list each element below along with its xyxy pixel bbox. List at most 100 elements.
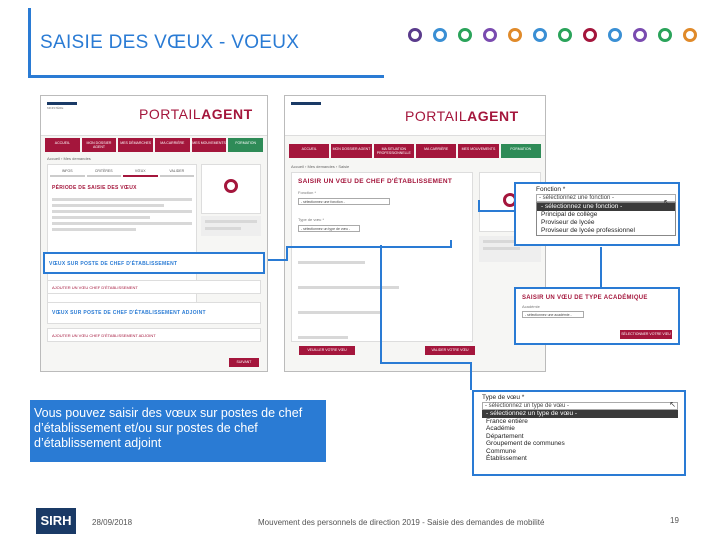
type-select-mini[interactable]: - sélectionnez un type de vœu - <box>298 225 360 232</box>
nav-item[interactable]: MES MOUVEMENTS <box>458 144 499 158</box>
academie-label: Académie <box>522 304 540 309</box>
logo-ring-icon <box>533 28 547 42</box>
validate-wish-button[interactable]: VEUILLER VOTRE VŒU <box>299 346 355 355</box>
type-option[interactable]: Établissement <box>482 455 678 463</box>
partner-logo <box>654 28 676 42</box>
connector-line <box>268 259 288 261</box>
fonction-option[interactable]: Proviseur de lycée <box>537 219 675 227</box>
logo-ring-icon <box>633 28 647 42</box>
type-option[interactable]: Commune <box>482 448 678 456</box>
fonction-dropdown-label: Fonction * <box>536 186 566 193</box>
side-info <box>201 216 261 236</box>
fonction-select-mini[interactable]: - sélectionnez une fonction - <box>298 198 390 205</box>
brand-part-b: AGENT <box>201 106 253 122</box>
nav-item[interactable]: MON DOSSIER AGENT <box>81 138 117 152</box>
page-number: 19 <box>670 516 679 525</box>
connector-line <box>600 247 602 287</box>
partner-logo <box>454 28 476 42</box>
period-text <box>48 193 196 236</box>
footer-center-text: Mouvement des personnels de direction 20… <box>258 518 545 527</box>
brand-part-a: PORTAIL <box>139 106 202 122</box>
portal-brand: PORTAILAGENT <box>139 106 253 122</box>
logo-ring-icon <box>408 28 422 42</box>
next-button[interactable]: SUIVANT <box>229 358 259 367</box>
nav-item[interactable]: FORMATION <box>500 144 541 158</box>
partner-logo <box>529 28 551 42</box>
period-heading: PÉRIODE DE SAISIE DES VŒUX <box>52 185 137 191</box>
nav-item[interactable]: MA SITUATION PROFESSIONNELLE <box>373 144 414 158</box>
nav-item[interactable]: MA CARRIÈRE <box>415 144 457 158</box>
fonction-options: - sélectionnez une fonction - Principal d… <box>536 202 676 236</box>
portal-header: MINISTÈRE PORTAILAGENT <box>41 96 267 136</box>
fonction-option[interactable]: - sélectionnez une fonction - <box>537 203 675 211</box>
type-option[interactable]: Groupement de communes <box>482 440 678 448</box>
portal-screenshot-left: MINISTÈRE PORTAILAGENT ACCUEIL MON DOSSIE… <box>40 95 268 372</box>
connector-line <box>380 245 382 363</box>
form-fields <box>292 234 472 339</box>
logo-ring-icon <box>433 28 447 42</box>
validate-wish-button-2[interactable]: VALIDER VOTRE VŒU <box>425 346 475 355</box>
partner-logos <box>404 28 704 68</box>
fonction-label: Fonction * <box>298 190 317 195</box>
breadcrumb: Accueil › Mes demandes <box>47 156 91 161</box>
academie-heading: SAISIR UN VŒU DE TYPE ACADÉMIQUE <box>522 295 648 301</box>
step-tab[interactable]: VŒUX <box>123 167 158 177</box>
nav-item[interactable]: MA CARRIÈRE <box>155 138 190 152</box>
type-dropdown-zoom: Type de vœu * - sélectionnez un type de … <box>472 390 686 476</box>
fonction-dropdown-zoom: Fonction * - sélectionnez une fonction -… <box>514 182 680 246</box>
partner-logo <box>404 28 426 42</box>
type-options: - sélectionnez un type de vœu - France en… <box>482 410 678 463</box>
logo-ring-icon <box>458 28 472 42</box>
nav-item[interactable]: ACCUEIL <box>45 138 80 152</box>
nav-item[interactable]: MES MOUVEMENTS <box>191 138 227 152</box>
logo-ring-icon <box>508 28 522 42</box>
section-adjoint-title: VŒUX SUR POSTE DE CHEF D'ÉTABLISSEMENT A… <box>52 310 206 316</box>
logo-ring-icon <box>558 28 572 42</box>
portal-brand-right: PORTAILAGENT <box>405 108 519 124</box>
type-option[interactable]: France entière <box>482 418 678 426</box>
section-chef-etablissement: VŒUX SUR POSTE DE CHEF D'ÉTABLISSEMENT <box>43 252 265 274</box>
step-tabs: INFOS CRITÈRES VŒUX VALIDER <box>48 165 196 179</box>
academie-panel: SAISIR UN VŒU DE TYPE ACADÉMIQUE Académi… <box>514 287 680 345</box>
partner-logo <box>604 28 626 42</box>
type-label: Type de vœu * <box>298 217 325 222</box>
type-option[interactable]: - sélectionnez un type de vœu - <box>482 410 678 418</box>
add-wish-adjoint-link[interactable]: AJOUTER UN VŒU CHEF D'ÉTABLISSEMENT ADJO… <box>48 329 260 343</box>
academie-select[interactable]: - sélectionnez une académie - <box>522 311 584 318</box>
partner-logo <box>479 28 501 42</box>
ministry-logo-right <box>291 102 351 112</box>
nav-item[interactable]: FORMATION <box>228 138 264 152</box>
ministry-logo: MINISTÈRE <box>47 102 107 112</box>
fonction-option[interactable]: Principal de collège <box>537 211 675 219</box>
partner-logo <box>554 28 576 42</box>
logo-ring-icon <box>683 28 697 42</box>
type-option[interactable]: Département <box>482 433 678 441</box>
side-illustration <box>201 164 261 214</box>
info-callout: Vous pouvez saisir des vœux sur postes d… <box>30 400 326 462</box>
fonction-select[interactable]: - sélectionnez une fonction - <box>536 194 676 202</box>
step-tab[interactable]: VALIDER <box>159 167 194 177</box>
type-dropdown-label: Type de vœu * <box>482 394 525 401</box>
add-wish-chef-row[interactable]: AJOUTER UN VŒU CHEF D'ÉTABLISSEMENT <box>47 280 261 294</box>
footer-date: 28/09/2018 <box>92 518 133 527</box>
logo-ring-icon <box>583 28 597 42</box>
partner-logo <box>679 28 701 42</box>
fonction-option[interactable]: Proviseur de lycée professionnel <box>537 227 675 235</box>
nav-item[interactable]: MON DOSSIER AGENT <box>331 144 372 158</box>
step-tab[interactable]: INFOS <box>50 167 85 177</box>
breadcrumb-right: Accueil › Mes demandes › Saisie <box>291 164 350 169</box>
connector-line <box>380 362 472 364</box>
step-tab[interactable]: CRITÈRES <box>86 167 121 177</box>
add-wish-chef-link[interactable]: AJOUTER UN VŒU CHEF D'ÉTABLISSEMENT <box>48 281 260 295</box>
select-academie-button[interactable]: SÉLECTIONNER VOTRE VŒU <box>620 330 672 339</box>
portal-screenshot-right: PORTAILAGENT ACCUEIL MON DOSSIER AGENT MA … <box>284 95 546 372</box>
nav-item[interactable]: ACCUEIL <box>289 144 330 158</box>
portal-nav-right: ACCUEIL MON DOSSIER AGENT MA SITUATION PRO… <box>285 144 545 158</box>
logo-ring-icon <box>608 28 622 42</box>
type-option[interactable]: Académie <box>482 425 678 433</box>
add-wish-adjoint-row[interactable]: AJOUTER UN VŒU CHEF D'ÉTABLISSEMENT ADJO… <box>47 328 261 342</box>
cursor-icon: ↖ <box>663 198 670 207</box>
type-select[interactable]: - sélectionnez un type de vœu - <box>482 402 678 410</box>
nav-item[interactable]: MES DÉMARCHES <box>118 138 154 152</box>
portal-header-right: PORTAILAGENT <box>285 96 545 136</box>
